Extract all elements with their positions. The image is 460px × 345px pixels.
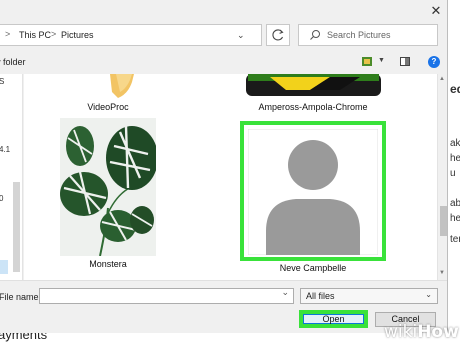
chevron-down-icon[interactable]: ▼ (378, 57, 385, 64)
refresh-icon (272, 29, 284, 41)
search-input[interactable]: Search Pictures (298, 24, 438, 46)
file-item-neve-campbelle[interactable]: Neve Campbelle (240, 121, 386, 273)
scroll-down-icon[interactable]: ▼ (439, 270, 445, 276)
background-app-right: ed ake he u able hec tem (448, 0, 460, 345)
open-button[interactable]: Open (299, 310, 368, 328)
nav-fragment: 4.1 (0, 145, 11, 154)
view-options-icon[interactable] (362, 57, 372, 66)
watermark-how: How (417, 322, 459, 342)
bg-fragment: hec (450, 213, 460, 224)
breadcrumb-separator: > (5, 29, 11, 39)
bg-fragment: tem (450, 234, 460, 245)
breadcrumb-pictures[interactable]: Pictures (61, 30, 94, 40)
monstera-thumbnail (60, 118, 156, 256)
bg-fragment: ake (450, 138, 460, 149)
address-row: > This PC > Pictures ⌄ Search Pictures (0, 24, 447, 48)
breadcrumb-this-pc[interactable]: This PC (19, 30, 51, 40)
file-type-select[interactable]: All files ⌄ (300, 288, 438, 304)
file-item-videoproc[interactable]: VideoProc (60, 74, 156, 112)
help-icon[interactable]: ? (428, 56, 440, 68)
file-name: VideoProc (87, 102, 129, 112)
breadcrumb-separator: > (51, 29, 57, 39)
bg-fragment: able (450, 198, 460, 209)
open-file-dialog: ✕ > This PC > Pictures ⌄ Search Pictures… (0, 0, 448, 333)
chevron-down-icon: ⌄ (425, 290, 432, 299)
file-item-monstera[interactable]: Monstera (60, 118, 156, 269)
scroll-up-icon[interactable]: ▲ (439, 76, 445, 82)
file-name-label: File name: (0, 292, 42, 302)
file-type-value: All files (306, 291, 335, 301)
file-name: Monstera (89, 259, 127, 269)
wikihow-watermark: wikiHow (384, 322, 459, 342)
bg-fragment: ed (450, 82, 460, 96)
chevron-down-icon[interactable]: ⌄ (237, 30, 245, 41)
content-scrollbar[interactable]: ▲ ▼ (437, 74, 447, 280)
nav-fragment: 0 (0, 194, 3, 203)
file-name-field[interactable] (39, 287, 294, 304)
address-bar[interactable]: > This PC > Pictures ⌄ (0, 24, 262, 46)
bg-fragment: he (450, 153, 460, 164)
person-placeholder-icon (248, 129, 378, 255)
file-item-ampeross[interactable]: Ampeross-Ampola-Chrome (240, 74, 386, 112)
file-grid: VideoProc Ampeross-Ampola-Chrome Monster… (24, 74, 437, 280)
navigation-pane[interactable]: S 4.1 0 (0, 74, 23, 280)
watermark-wiki: wiki (384, 322, 418, 342)
scrollbar-thumb[interactable] (440, 206, 447, 236)
search-icon (310, 30, 320, 40)
nav-scrollbar[interactable] (13, 182, 20, 272)
nav-fragment: S (0, 77, 4, 86)
file-thumbnail (110, 74, 134, 98)
file-name: Neve Campbelle (279, 263, 347, 273)
bg-fragment: u (450, 168, 456, 179)
nav-selected-item[interactable] (0, 260, 8, 274)
close-icon[interactable]: ✕ (428, 3, 444, 19)
file-thumbnail (246, 74, 381, 96)
preview-pane-icon[interactable] (400, 57, 410, 66)
dialog-footer: File name: All files ⌄ Open Cancel (0, 280, 447, 333)
search-placeholder: Search Pictures (327, 30, 391, 40)
file-name: Ampeross-Ampola-Chrome (258, 102, 368, 112)
new-folder-button[interactable]: w folder (0, 57, 26, 67)
toolbar: w folder ▼ ? (0, 52, 447, 74)
refresh-button[interactable] (266, 24, 290, 46)
